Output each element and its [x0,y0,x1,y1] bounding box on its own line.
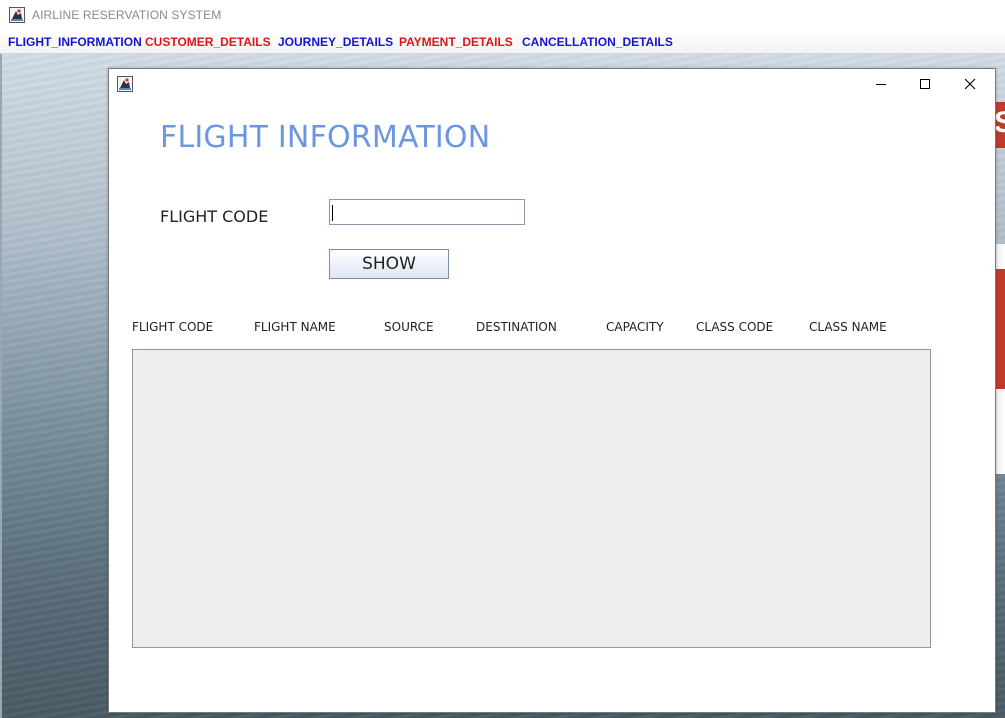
column-header-class-code: CLASS CODE [696,320,774,334]
menu-payment-details[interactable]: PAYMENT_DETAILS [399,35,513,49]
show-button[interactable]: SHOW [329,249,449,279]
airplane-stripe [995,269,1005,389]
close-icon [964,78,976,90]
column-header-source: SOURCE [384,320,434,334]
column-header-destination: DESTINATION [476,320,557,334]
text-caret [332,205,333,221]
app-title: AIRLINE RESERVATION SYSTEM [32,8,222,22]
menu-cancellation-details[interactable]: CANCELLATION_DETAILS [522,35,673,49]
flight-information-window: FLIGHT INFORMATION FLIGHT CODE SHOW FLIG… [108,68,996,713]
java-app-icon [9,7,25,23]
column-header-flight-code: FLIGHT CODE [132,320,214,334]
menu-bar: FLIGHT_INFORMATION CUSTOMER_DETAILS JOUR… [0,31,1005,54]
flight-code-label: FLIGHT CODE [160,207,269,226]
internal-frame-title-bar[interactable] [109,69,995,99]
page-title: FLIGHT INFORMATION [160,120,491,155]
desktop-edge [0,54,2,718]
column-header-class-name: CLASS NAME [809,320,887,334]
menu-customer-details[interactable]: CUSTOMER_DETAILS [145,35,271,49]
column-header-capacity: CAPACITY [606,320,664,334]
column-header-flight-name: FLIGHT NAME [254,320,336,334]
results-table-area[interactable] [132,349,931,648]
maximize-icon [920,79,930,89]
flight-code-input[interactable] [329,199,525,225]
menu-journey-details[interactable]: JOURNEY_DETAILS [278,35,393,49]
java-app-icon [117,76,133,92]
minimize-icon [876,84,886,85]
minimize-button[interactable] [858,69,904,99]
maximize-button[interactable] [902,69,948,99]
close-button[interactable] [947,69,993,99]
app-title-bar: AIRLINE RESERVATION SYSTEM [0,0,1005,32]
menu-flight-information[interactable]: FLIGHT_INFORMATION [8,35,142,49]
